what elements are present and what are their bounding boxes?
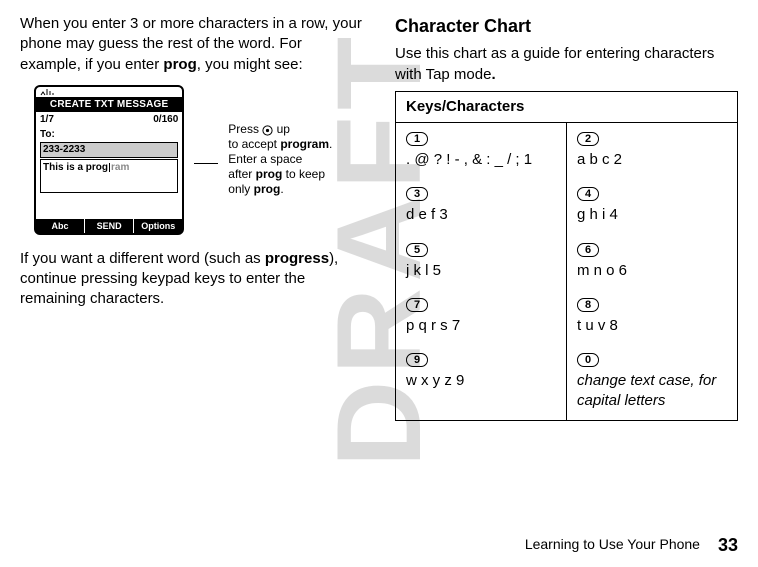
table-row: 7 p q r s 7 8 t u v 8 [396, 289, 738, 344]
table-row: 9 w x y z 9 0 change text case, for capita… [396, 344, 738, 420]
phone-status-bar [36, 87, 182, 97]
callout-l2b: program [280, 137, 329, 151]
key-chars: change text case, for capital letters [577, 372, 716, 409]
phone-to-field: 233-2233 [40, 142, 178, 158]
intro-code: prog [163, 56, 196, 73]
key-chars: . @ ? ! - , & : _ / ; 1 [406, 151, 532, 168]
phone-softkey-row: Abc SEND Options [36, 219, 182, 233]
phone-figure: CREATE TXT MESSAGE 1/7 0/160 To: 233-223… [34, 85, 363, 235]
table-row: 1 . @ ? ! - , & : _ / ; 1 2 a b c 2 [396, 123, 738, 179]
lead-dot: . [491, 66, 495, 83]
phone-message-box: This is a program [40, 159, 178, 193]
key-icon: 3 [406, 187, 428, 201]
callout-l5c: . [280, 182, 283, 196]
intro-paragraph: When you enter 3 or more characters in a… [20, 14, 363, 75]
key-icon: 5 [406, 243, 428, 257]
callout-leader-line [194, 163, 218, 164]
key-chars: a b c 2 [577, 151, 622, 168]
callout-l2c: . [329, 137, 332, 151]
char-chart-heading: Character Chart [395, 14, 738, 38]
key-chars: p q r s 7 [406, 317, 460, 334]
phone-title: CREATE TXT MESSAGE [36, 97, 182, 113]
softkey-left: Abc [36, 219, 84, 233]
keys-characters-table: Keys/Characters 1 . @ ? ! - , & : _ / ; 1… [395, 91, 738, 421]
key-chars: j k l 5 [406, 262, 441, 279]
intro-after: , you might see: [197, 56, 303, 73]
char-chart-lead: Use this chart as a guide for entering c… [395, 44, 738, 85]
page-footer: Learning to Use Your Phone 33 [525, 533, 738, 557]
callout-l4c: to keep [282, 167, 325, 181]
callout-l4a: after [228, 167, 255, 181]
callout-l3: Enter a space [228, 152, 363, 167]
callout-l1a: Press [228, 122, 262, 136]
callout-l5b: prog [254, 182, 281, 196]
key-chars: g h i 4 [577, 206, 618, 223]
phone-counter-row: 1/7 0/160 [36, 112, 182, 128]
nav-key-icon [262, 125, 273, 136]
key-icon: 1 [406, 132, 428, 146]
key-chars: d e f 3 [406, 206, 448, 223]
lead-before: Use this chart as a guide for entering c… [395, 45, 714, 82]
softkey-right: Options [133, 219, 182, 233]
key-icon: 0 [577, 353, 599, 367]
key-icon: 8 [577, 298, 599, 312]
key-chars: w x y z 9 [406, 372, 464, 389]
callout-l5a: only [228, 182, 253, 196]
signal-icon [40, 88, 60, 96]
phone-callout: Press up to accept program. Enter a spac… [228, 122, 363, 197]
callout-l4b: prog [256, 167, 283, 181]
phone-to-label: To: [36, 128, 182, 142]
phone-cursor-icon [109, 163, 110, 172]
key-chars: m n o 6 [577, 262, 627, 279]
callout-l2a: to accept [228, 137, 280, 151]
key-icon: 9 [406, 353, 428, 367]
phone-screen: CREATE TXT MESSAGE 1/7 0/160 To: 233-223… [34, 85, 184, 235]
softkey-middle: SEND [84, 219, 133, 233]
left-column: When you enter 3 or more characters in a… [20, 14, 363, 421]
outro-code: progress [265, 250, 329, 267]
phone-counter-left: 1/7 [40, 113, 54, 127]
phone-msg-typed: This is a prog [43, 162, 108, 173]
key-icon: 2 [577, 132, 599, 146]
phone-msg-suggestion: ram [111, 162, 129, 173]
footer-section: Learning to Use Your Phone [525, 535, 700, 554]
page-number: 33 [718, 533, 738, 557]
callout-l1b: up [273, 122, 290, 136]
key-icon: 7 [406, 298, 428, 312]
key-icon: 6 [577, 243, 599, 257]
table-row: 5 j k l 5 6 m n o 6 [396, 234, 738, 289]
key-chars: t u v 8 [577, 317, 618, 334]
table-row: 3 d e f 3 4 g h i 4 [396, 178, 738, 233]
right-column: Character Chart Use this chart as a guid… [395, 14, 738, 421]
table-header: Keys/Characters [396, 91, 738, 122]
outro-before: If you want a different word (such as [20, 250, 265, 267]
key-icon: 4 [577, 187, 599, 201]
outro-paragraph: If you want a different word (such as pr… [20, 249, 363, 310]
phone-counter-right: 0/160 [153, 113, 178, 127]
